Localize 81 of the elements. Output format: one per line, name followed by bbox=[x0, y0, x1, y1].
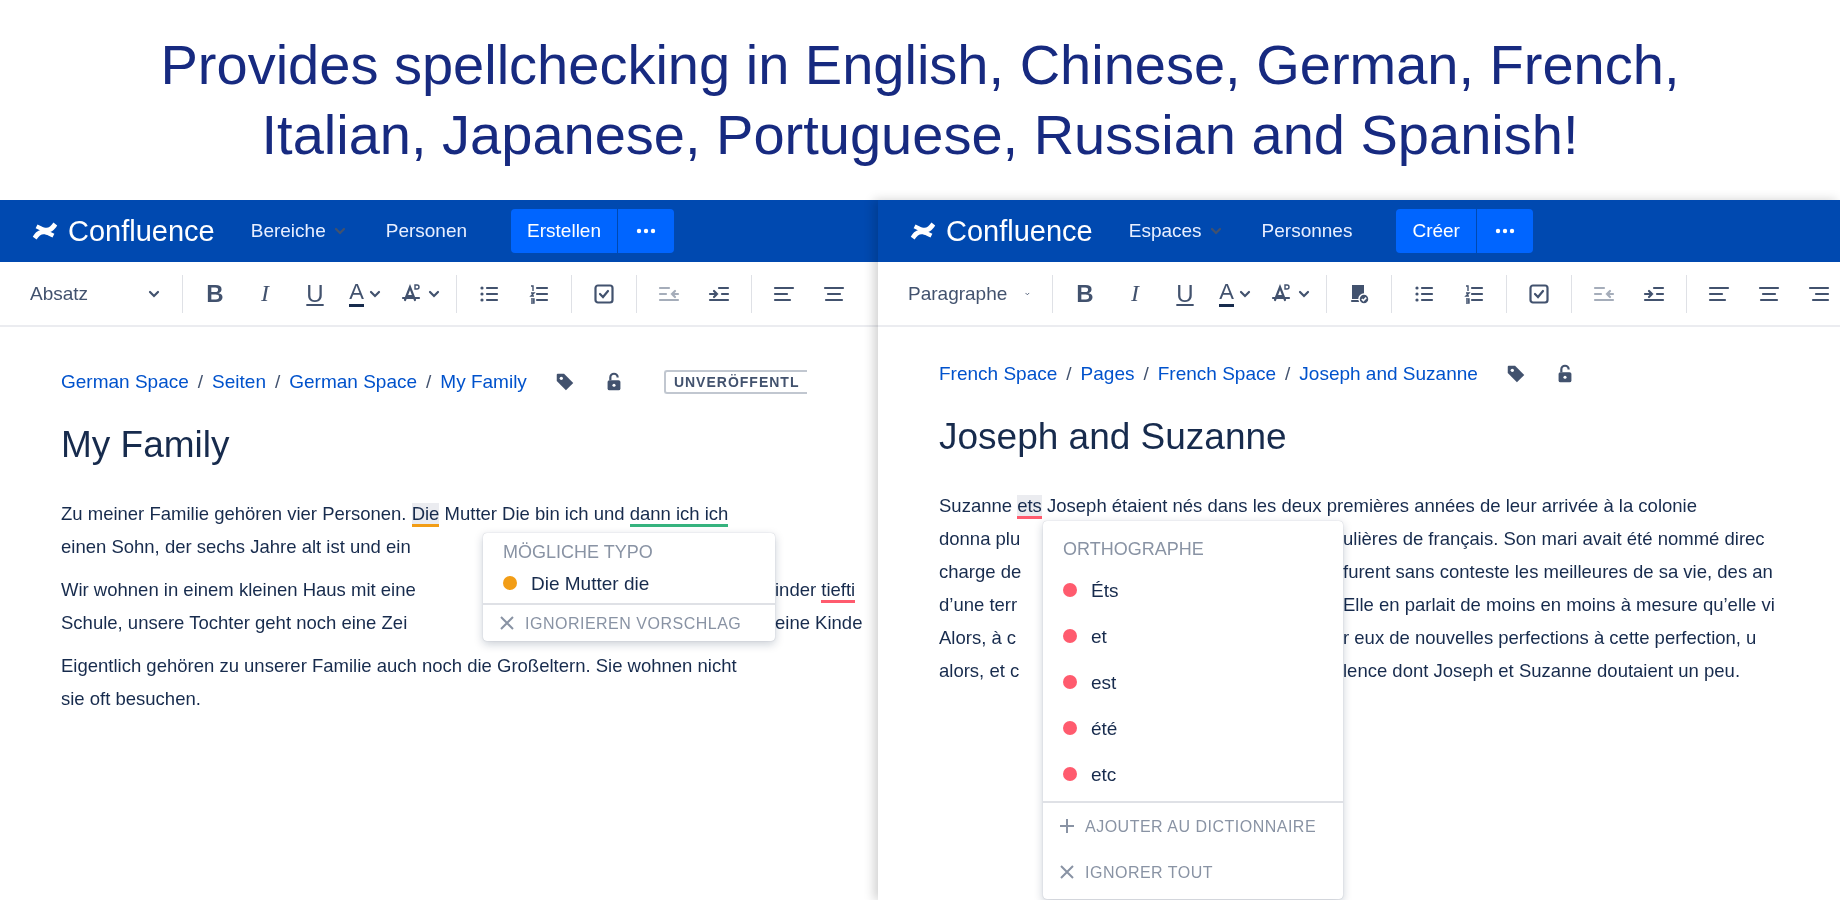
underline-button[interactable]: U bbox=[1165, 273, 1205, 314]
caret-icon bbox=[428, 288, 440, 299]
italic-button[interactable]: I bbox=[1115, 273, 1155, 314]
more-icon bbox=[1494, 228, 1515, 234]
suggestion-item[interactable]: été bbox=[1043, 705, 1343, 751]
paragraph-text: Zu meiner Familie gehören vier Personen. Die Mutter Die bin ich und dann ich ich bbox=[61, 503, 729, 527]
app-name: Confluence bbox=[946, 214, 1093, 248]
nav-link[interactable]: Personnes bbox=[1257, 220, 1357, 242]
checkbox-icon bbox=[1527, 281, 1551, 306]
paragraph-text: Alors, à c bbox=[939, 626, 1018, 650]
paragraph-text: Suzanne ets Joseph étaient nés dans les deux premières années de leur arrivée à la colonie bbox=[939, 495, 1697, 519]
suggestion-item[interactable]: etc bbox=[1043, 751, 1343, 797]
breadcrumb-separator: / bbox=[197, 371, 204, 393]
banner-headline: Provides spellchecking in English, Chinese, German, French, Italian, Japanese, Portuguese, Russian and Spanish! bbox=[159, 32, 1681, 168]
breadcrumb-separator: / bbox=[274, 371, 281, 393]
more-icon bbox=[636, 228, 656, 234]
page-title: Joseph and Suzanne bbox=[939, 415, 1288, 459]
flagged-word[interactable]: dann ich ich bbox=[629, 503, 729, 527]
text-color-button[interactable]: A bbox=[1215, 273, 1255, 314]
paragraph-text: eine Kinde bbox=[775, 611, 864, 635]
nav-link[interactable]: Personen bbox=[381, 220, 472, 242]
breadcrumb-link[interactable]: German Space bbox=[61, 371, 189, 393]
suggestion-item[interactable]: Die Mutter die bbox=[483, 565, 775, 601]
caret-icon bbox=[1209, 226, 1222, 236]
paragraph-text: sie oft besuchen. bbox=[61, 688, 201, 709]
paragraph-text: furent sans conteste les meilleures de sa vie, des an bbox=[1343, 560, 1774, 584]
paragraph-text: donna plu bbox=[939, 527, 1022, 551]
breadcrumb-separator: / bbox=[426, 371, 432, 393]
paragraph-text: r eux de nouvelles perfections à cette perfection, u bbox=[1343, 626, 1758, 650]
page-title: My Family bbox=[61, 423, 231, 467]
breadcrumb-link[interactable]: French Space bbox=[939, 363, 1058, 385]
breadcrumb-separator: / bbox=[1143, 363, 1149, 385]
caret-icon bbox=[1298, 288, 1310, 299]
plus-icon bbox=[1059, 818, 1075, 834]
paragraph-text: d’une terr bbox=[939, 593, 1019, 617]
paragraph-text: alors, et c bbox=[939, 659, 1021, 683]
nav-menu-button[interactable]: Bereiche bbox=[246, 220, 350, 242]
caret-icon bbox=[1238, 288, 1251, 299]
checkbox-icon bbox=[592, 281, 616, 306]
popup-heading: MÖGLICHE TYPO bbox=[502, 541, 654, 564]
suggestion-item[interactable]: est bbox=[1043, 659, 1343, 705]
paragraph-text: Schule, unsere Tochter geht noch eine Zei bbox=[61, 611, 409, 635]
paragraph-style-dropdown[interactable]: Paragraphe bbox=[898, 273, 1040, 314]
caret-icon bbox=[333, 226, 346, 236]
bold-button[interactable]: B bbox=[1065, 273, 1105, 314]
underline-button[interactable]: U bbox=[295, 273, 335, 314]
flagged-word[interactable]: Die bbox=[411, 503, 440, 527]
flagged-word[interactable]: ets bbox=[1017, 495, 1042, 519]
suggestion-item[interactable]: Éts bbox=[1043, 567, 1343, 613]
paragraph-text: Elle en parlait de moins en moins à mesure qu’elle vi bbox=[1343, 593, 1776, 617]
suggestion-item[interactable]: et bbox=[1043, 613, 1343, 659]
breadcrumb-separator: / bbox=[1066, 363, 1072, 385]
close-icon bbox=[1059, 864, 1075, 880]
breadcrumb-link[interactable]: German Space bbox=[289, 371, 418, 393]
status-lozenge: UNVERÖFFENTL bbox=[663, 370, 808, 394]
paragraph-text: Eigentlich gehören zu unserer Familie auch noch die Großeltern. Sie wohnen nicht bbox=[61, 655, 737, 676]
breadcrumb-link[interactable]: French Space bbox=[1157, 363, 1277, 385]
nav-menu-button[interactable]: Espaces bbox=[1124, 220, 1226, 242]
paragraph-text: lence dont Joseph et Suzanne doutaient un peu. bbox=[1343, 659, 1742, 683]
create-button[interactable]: Créer bbox=[1396, 209, 1476, 253]
italic-button[interactable]: I bbox=[245, 273, 285, 314]
breadcrumb-separator: / bbox=[1285, 363, 1291, 385]
close-icon bbox=[499, 615, 515, 631]
flagged-word[interactable]: tiefti bbox=[821, 579, 856, 603]
text-color-button[interactable]: A bbox=[345, 273, 385, 314]
create-button[interactable]: Erstellen bbox=[511, 209, 617, 253]
breadcrumb-link[interactable]: My Family bbox=[440, 371, 527, 393]
breadcrumb-link[interactable]: Pages bbox=[1080, 363, 1135, 385]
app-name: Confluence bbox=[68, 214, 215, 248]
popup-heading: ORTHOGRAPHE bbox=[1062, 538, 1205, 561]
breadcrumb-link[interactable]: Seiten bbox=[212, 371, 266, 393]
caret-icon bbox=[148, 288, 160, 299]
bold-button[interactable]: B bbox=[195, 273, 235, 314]
paragraph-text: ulières de français. Son mari avait été nommé direc bbox=[1343, 527, 1766, 551]
paragraph-text: inder tiefti bbox=[775, 573, 878, 606]
breadcrumb-link[interactable]: Joseph and Suzanne bbox=[1299, 363, 1478, 385]
paragraph-text: charge de bbox=[939, 560, 1023, 584]
caret-icon bbox=[368, 288, 381, 299]
paragraph-text: Wir wohnen in einem kleinen Haus mit eine bbox=[61, 578, 417, 602]
paragraph-style-dropdown[interactable]: Absatz bbox=[20, 273, 170, 314]
paragraph-text: einen Sohn, der sechs Jahre alt ist und ein bbox=[61, 536, 411, 557]
